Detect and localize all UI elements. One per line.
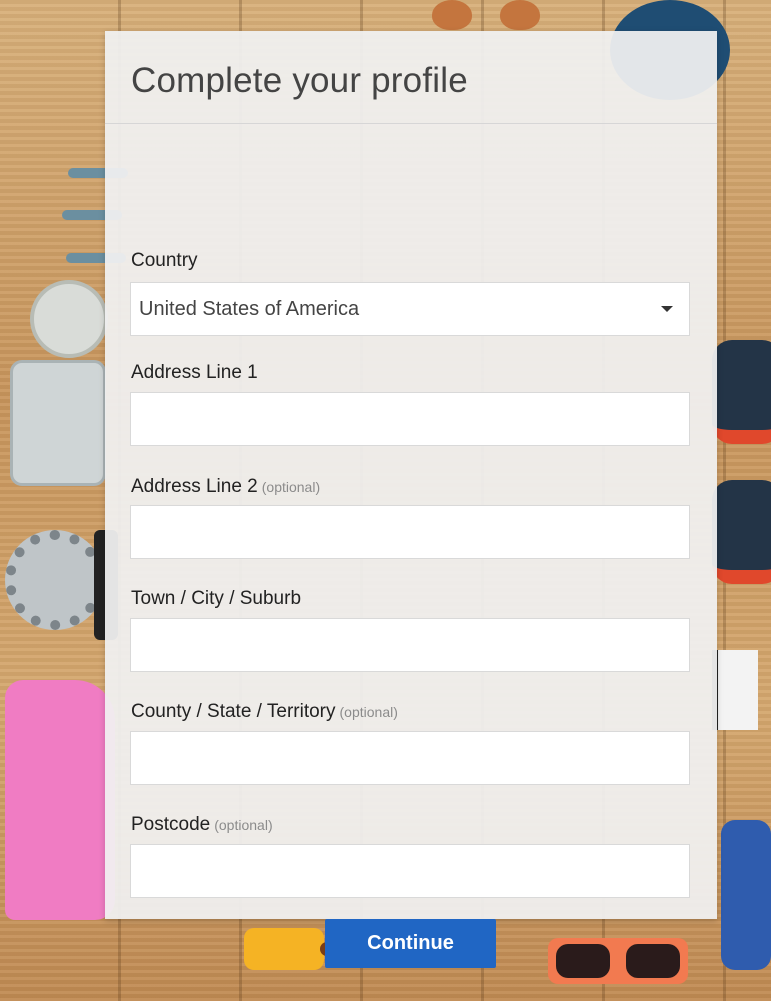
address-line-2-label: Address Line 2 (optional) — [131, 476, 320, 498]
egg-image — [432, 0, 472, 30]
address-line-1-input[interactable] — [130, 392, 690, 446]
address-line-1-label: Address Line 1 — [131, 362, 258, 384]
sneaker-image — [712, 480, 771, 584]
chevron-down-icon — [661, 306, 673, 312]
country-select-value: United States of America — [139, 297, 360, 320]
city-input[interactable] — [130, 618, 690, 672]
pink-shirt-image — [5, 680, 115, 920]
optional-hint: (optional) — [339, 704, 398, 720]
page-title: Complete your profile — [105, 31, 717, 124]
address-line-2-label-text: Address Line 2 — [131, 476, 258, 497]
city-label: Town / City / Suburb — [131, 588, 301, 610]
postcode-input[interactable] — [130, 844, 690, 898]
country-select[interactable]: United States of America — [130, 282, 690, 336]
optional-hint: (optional) — [261, 479, 321, 495]
address-line-1-label-text: Address Line 1 — [131, 362, 258, 383]
sunglasses-lens — [626, 944, 680, 978]
state-label: County / State / Territory (optional) — [131, 701, 398, 723]
bike-cassette-image — [5, 530, 105, 630]
optional-hint: (optional) — [214, 817, 273, 833]
city-label-text: Town / City / Suburb — [131, 588, 302, 609]
spatula-image — [244, 928, 324, 970]
blue-bottle-image — [721, 820, 771, 970]
postcode-label-text: Postcode — [131, 814, 211, 835]
address-line-2-input[interactable] — [130, 505, 690, 559]
continue-button[interactable]: Continue — [325, 919, 496, 968]
egg-image — [500, 0, 540, 30]
jar-lid-image — [30, 280, 108, 358]
country-label-text: Country — [131, 250, 198, 271]
sweatband-image — [712, 650, 758, 730]
sneaker-image — [712, 340, 771, 444]
state-label-text: County / State / Territory — [131, 701, 336, 722]
country-label: Country — [131, 250, 198, 272]
postcode-label: Postcode (optional) — [131, 814, 273, 836]
glass-jar-image — [10, 360, 106, 486]
sunglasses-image — [548, 938, 688, 984]
sunglasses-lens — [556, 944, 610, 978]
profile-card: Complete your profile Country United Sta… — [105, 31, 717, 968]
state-input[interactable] — [130, 731, 690, 785]
